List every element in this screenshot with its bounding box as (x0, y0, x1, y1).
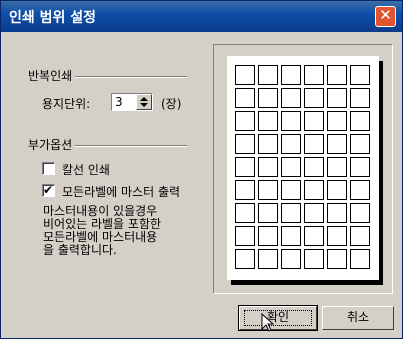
label-cell (304, 226, 324, 246)
label-cell (327, 88, 347, 108)
master-output-label[interactable]: 모든라벨에 마스터 출력 (62, 183, 180, 200)
ok-button[interactable]: 확인 (238, 305, 318, 331)
label-cell (235, 226, 255, 246)
label-cell (304, 249, 324, 269)
label-cell (258, 203, 278, 223)
sheet-unit-stepper[interactable] (111, 93, 153, 111)
color-print-checkbox[interactable] (42, 162, 55, 175)
label-cell (350, 203, 370, 223)
label-cell (327, 111, 347, 131)
label-cell (258, 65, 278, 85)
sheet-unit-suffix: (장) (161, 97, 182, 111)
label-cell (304, 65, 324, 85)
label-cell (281, 134, 301, 154)
close-icon: ✕ (379, 6, 392, 24)
label-cell (350, 157, 370, 177)
label-cell (258, 157, 278, 177)
label-cell (327, 134, 347, 154)
spin-down-icon (140, 103, 148, 107)
description-line: 을 출력합니다. (43, 243, 117, 257)
section-divider (75, 145, 187, 147)
label-cell (258, 134, 278, 154)
label-cell (350, 226, 370, 246)
label-cell (327, 203, 347, 223)
title-bar[interactable]: 인쇄 범위 설정 ✕ (1, 1, 402, 32)
label-cell (350, 249, 370, 269)
label-cell (350, 88, 370, 108)
label-cell (327, 65, 347, 85)
label-cell (258, 249, 278, 269)
sheet-unit-input[interactable] (113, 95, 135, 109)
label-cell (304, 180, 324, 200)
settings-panel: 반복인쇄 용지단위: (장) 부가옵션 칼선 인쇄 ✔ 모든라벨에 마스터 출력… (15, 44, 203, 294)
label-cell (327, 249, 347, 269)
label-cell (304, 88, 324, 108)
label-cell (281, 203, 301, 223)
cancel-button-label: 취소 (346, 310, 370, 324)
check-icon: ✔ (43, 183, 54, 197)
label-cell (350, 134, 370, 154)
print-range-dialog: 인쇄 범위 설정 ✕ 반복인쇄 용지단위: (장) 부가옵션 칼선 인쇄 ✔ 모… (0, 0, 403, 339)
label-cell (327, 226, 347, 246)
repeat-print-section-title: 반복인쇄 (28, 69, 73, 83)
label-cell (235, 180, 255, 200)
label-cell (327, 180, 347, 200)
label-cell (281, 157, 301, 177)
label-cell (281, 226, 301, 246)
label-cell (235, 157, 255, 177)
master-output-checkbox[interactable]: ✔ (42, 183, 55, 197)
window-title: 인쇄 범위 설정 (9, 10, 97, 26)
label-cell (235, 134, 255, 154)
label-cell (235, 203, 255, 223)
label-cell (258, 180, 278, 200)
label-cell (281, 249, 301, 269)
master-output-description: 마스터내용이 있을경우 비어있는 라벨을 포함한 모든라벨에 마스터내용 을 출… (43, 205, 223, 257)
label-cell (258, 111, 278, 131)
focus-rect (244, 310, 312, 326)
label-cell (258, 226, 278, 246)
preview-paper (227, 56, 379, 280)
label-cell (350, 180, 370, 200)
label-cell (304, 111, 324, 131)
label-cell (304, 157, 324, 177)
label-cell (327, 157, 347, 177)
label-cell (281, 180, 301, 200)
color-print-label[interactable]: 칼선 인쇄 (62, 161, 110, 178)
label-cell (235, 111, 255, 131)
sheet-unit-spin-button[interactable] (136, 94, 152, 110)
label-cell (304, 203, 324, 223)
label-cell (235, 88, 255, 108)
label-cell (281, 88, 301, 108)
label-cell (258, 88, 278, 108)
label-cell (235, 65, 255, 85)
label-preview (213, 44, 393, 294)
section-divider (75, 76, 187, 78)
label-cell (350, 111, 370, 131)
mouse-cursor-icon (261, 313, 275, 332)
cancel-button[interactable]: 취소 (322, 306, 394, 330)
label-cell (281, 111, 301, 131)
label-cell (235, 249, 255, 269)
label-cell (350, 65, 370, 85)
label-cell (304, 134, 324, 154)
extra-options-section-title: 부가옵션 (28, 138, 73, 152)
label-cell (281, 65, 301, 85)
spin-up-icon (140, 97, 148, 101)
close-button[interactable]: ✕ (375, 6, 396, 27)
sheet-unit-label: 용지단위: (42, 97, 91, 111)
